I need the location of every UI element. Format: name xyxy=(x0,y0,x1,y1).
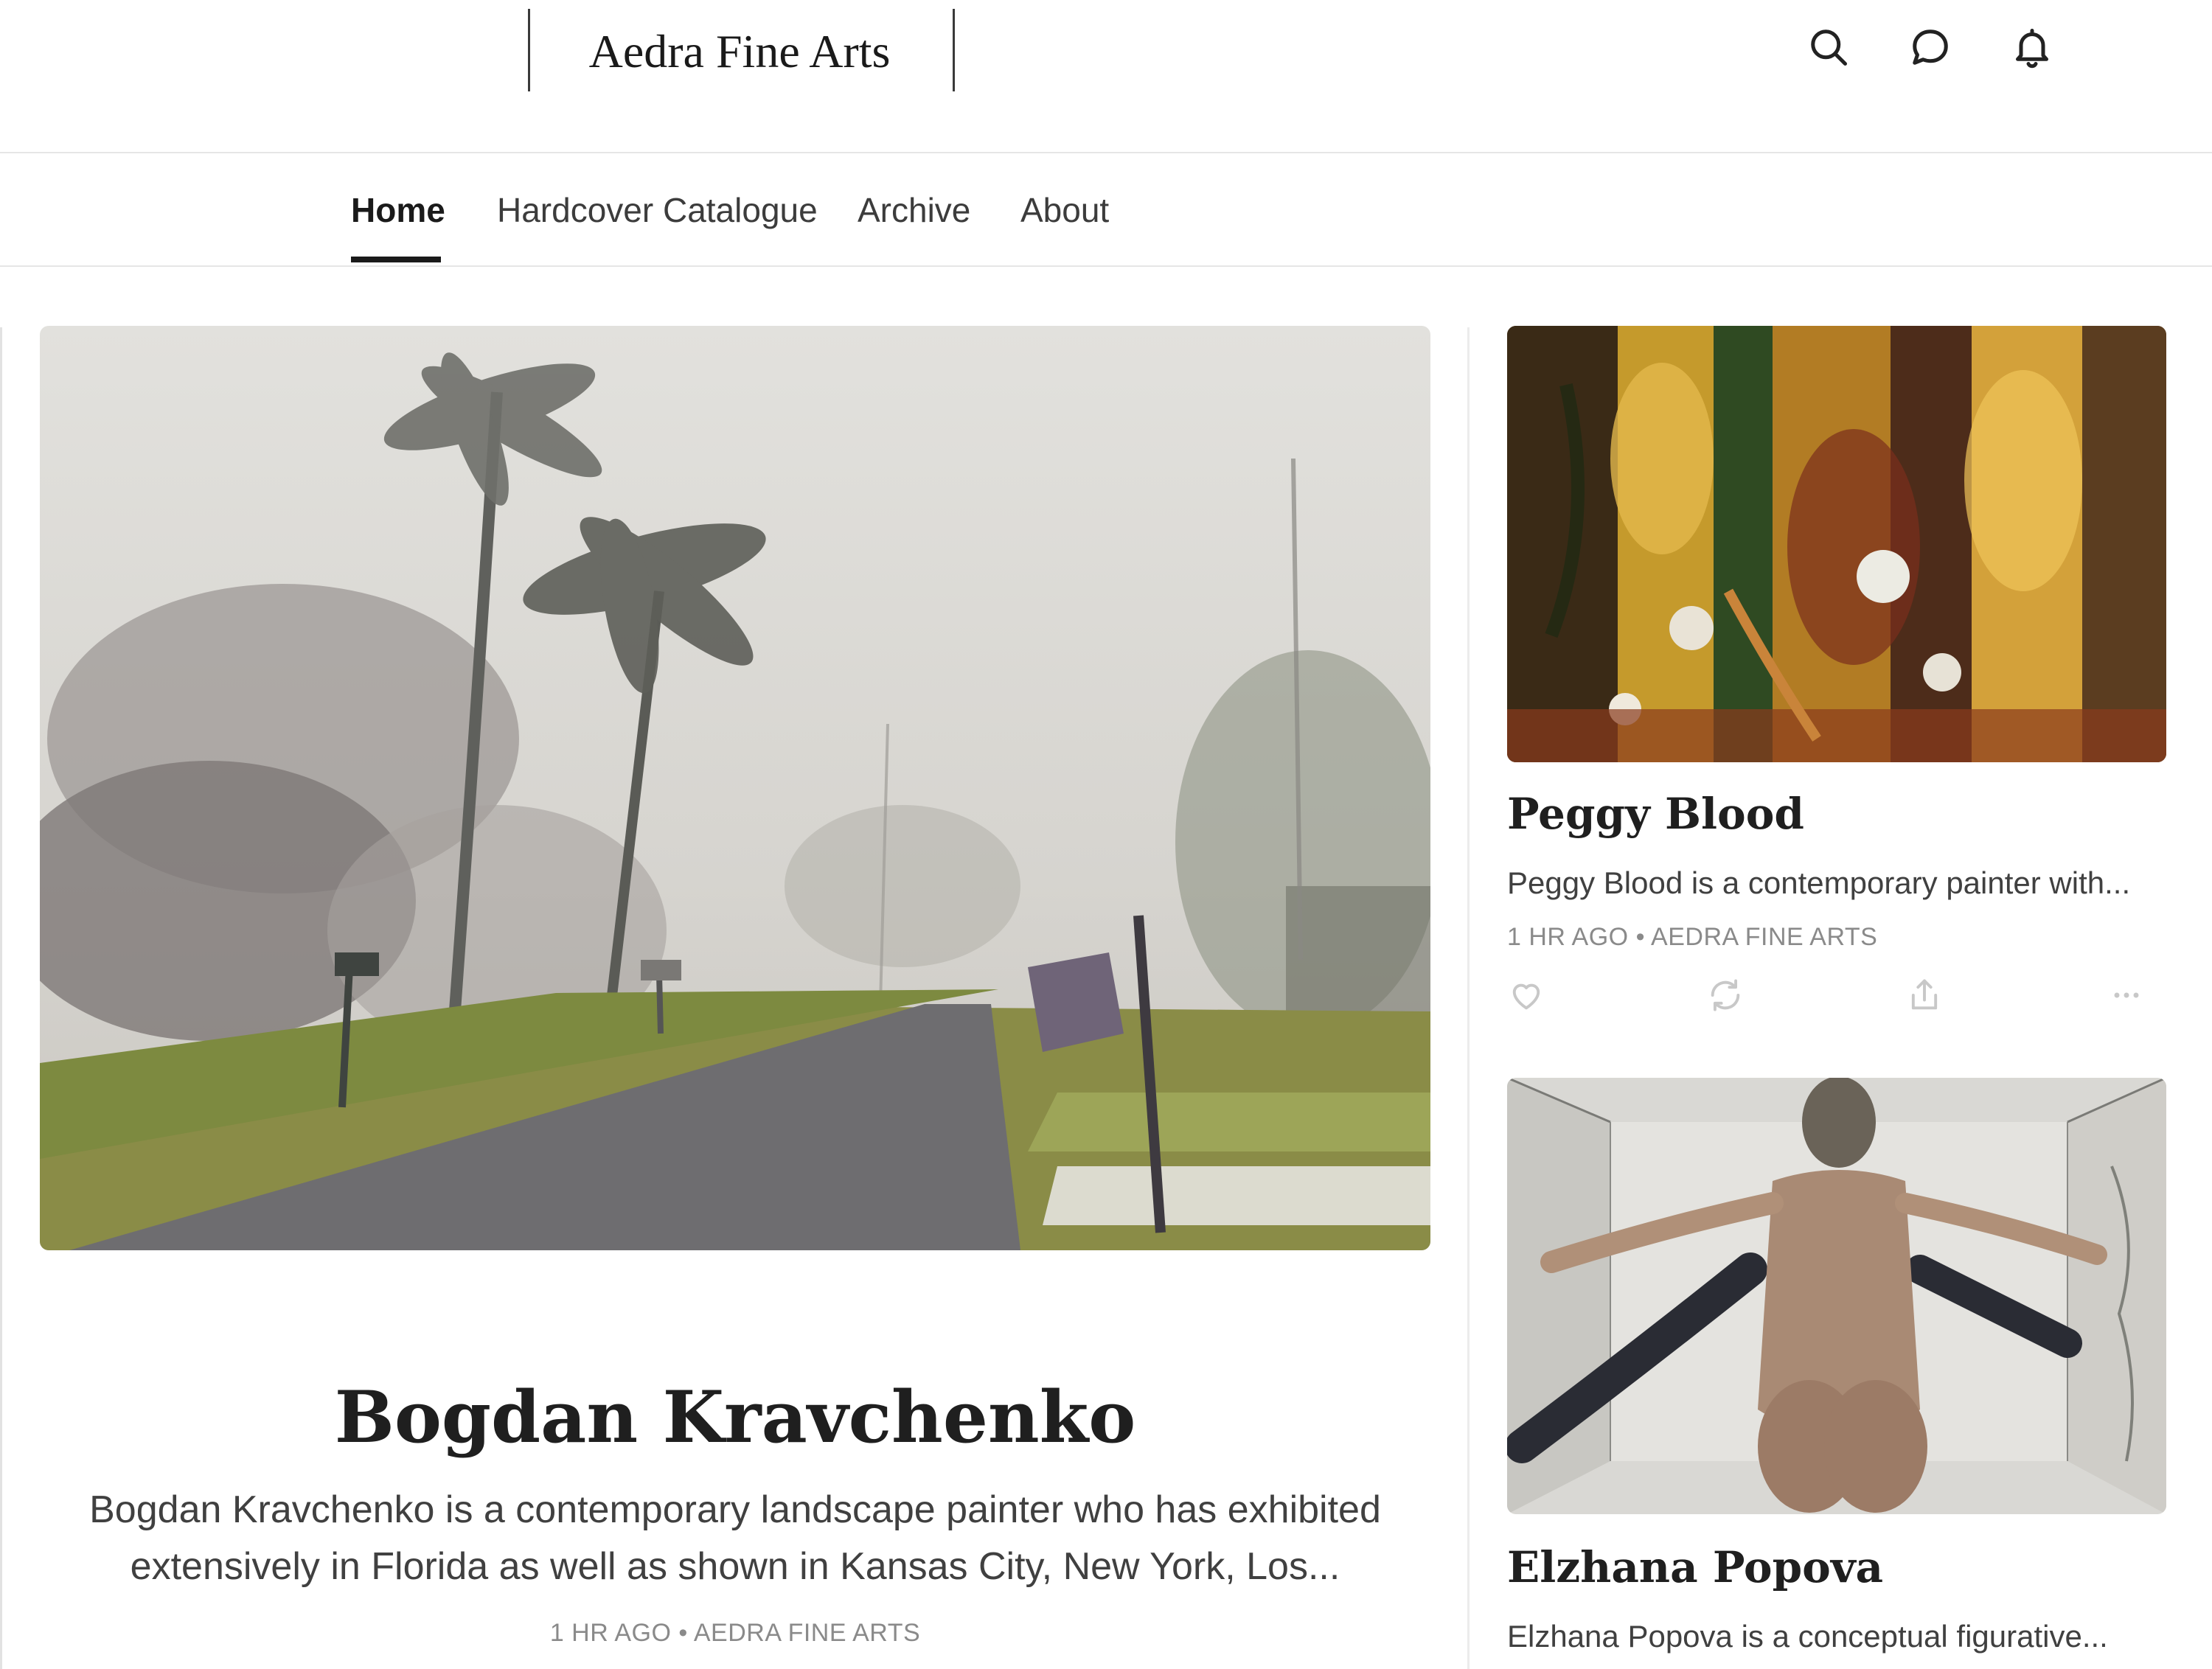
chat-icon[interactable] xyxy=(1904,21,1957,74)
post-title-peggy-blood[interactable]: Peggy Blood xyxy=(1507,789,1804,839)
featured-post-time: 1 HR AGO xyxy=(549,1619,672,1647)
nav-archive[interactable]: Archive xyxy=(858,190,970,230)
featured-post-title[interactable]: Bogdan Kravchenko xyxy=(40,1370,1430,1466)
post-meta-peggy-blood: 1 HR AGO • AEDRA FINE ARTS xyxy=(1507,923,1877,952)
featured-post-subtitle: Bogdan Kravchenko is a contemporary land… xyxy=(40,1482,1430,1595)
post-author[interactable]: AEDRA FINE ARTS xyxy=(1651,923,1877,951)
search-icon[interactable] xyxy=(1802,21,1855,74)
post-time: 1 HR AGO xyxy=(1507,923,1629,951)
post-title-elzhana-popova[interactable]: Elzhana Popova xyxy=(1507,1542,1883,1592)
nav-bar: Home Hardcover Catalogue Archive About xyxy=(0,153,2212,267)
featured-post-image[interactable] xyxy=(40,326,1430,1250)
post-actions-peggy-blood xyxy=(1507,976,2171,1020)
restack-icon[interactable] xyxy=(1706,976,1745,1014)
featured-post-author[interactable]: AEDRA FINE ARTS xyxy=(694,1619,920,1647)
column-divider xyxy=(1467,327,1470,1669)
post-image-elzhana-popova[interactable] xyxy=(1507,1078,2166,1514)
nav-about[interactable]: About xyxy=(1020,190,1109,230)
left-rule xyxy=(0,327,2,1669)
nav-home[interactable]: Home xyxy=(351,190,445,230)
post-image-peggy-blood[interactable] xyxy=(1507,326,2166,762)
publication-title[interactable]: Aedra Fine Arts xyxy=(529,18,950,86)
nav-hardcover-catalogue[interactable]: Hardcover Catalogue xyxy=(497,190,818,230)
featured-post-subtitle-line-2: extensively in Florida as well as shown … xyxy=(130,1545,1340,1588)
post-subtitle-elzhana-popova: Elzhana Popova is a conceptual figurativ… xyxy=(1507,1619,2108,1654)
bell-icon[interactable] xyxy=(2006,21,2059,74)
post-subtitle-peggy-blood: Peggy Blood is a contemporary painter wi… xyxy=(1507,865,2131,900)
meta-separator: • xyxy=(1635,923,1645,951)
meta-separator: • xyxy=(678,1619,688,1647)
more-icon[interactable] xyxy=(2107,976,2146,1014)
featured-post-meta: 1 HR AGO • AEDRA FINE ARTS xyxy=(40,1619,1430,1648)
top-bar: Aedra Fine Arts xyxy=(0,0,2212,153)
heart-icon[interactable] xyxy=(1507,976,1545,1014)
title-right-divider xyxy=(953,9,955,91)
share-icon[interactable] xyxy=(1905,976,1944,1014)
featured-post-subtitle-line-1: Bogdan Kravchenko is a contemporary land… xyxy=(89,1488,1381,1531)
nav-active-indicator xyxy=(351,257,441,262)
